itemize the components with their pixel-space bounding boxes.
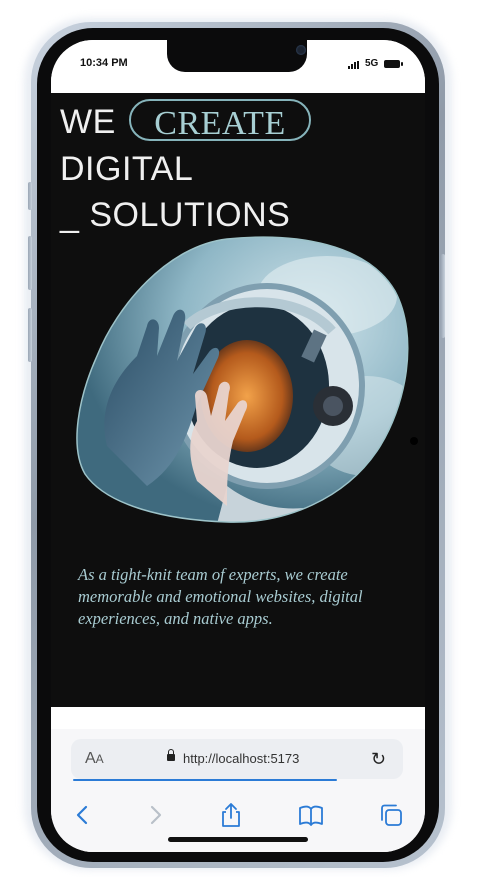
status-time: 10:34 PM: [80, 57, 128, 69]
tabs-icon[interactable]: [377, 801, 405, 829]
reader-label-small: A: [95, 752, 104, 766]
signal-icon: [348, 61, 362, 69]
create-pill-label: CREATE: [154, 105, 286, 142]
page-content[interactable]: WE CREATE DIGITAL _ SOLUTIONS As a tight…: [51, 93, 425, 707]
battery-icon: [384, 60, 403, 68]
notch: [167, 40, 307, 72]
volume-up-button: [28, 236, 32, 290]
load-progress-bar: [73, 779, 337, 781]
headline-digital: DIGITAL: [60, 150, 194, 188]
headline-we: WE: [60, 103, 116, 141]
address-bar[interactable]: AA http://localhost:5173 ↻: [71, 739, 403, 779]
back-icon[interactable]: [69, 801, 97, 829]
tagline-text: As a tight-knit team of experts, we crea…: [78, 565, 363, 628]
volume-down-button: [28, 308, 32, 362]
forward-icon[interactable]: [141, 801, 169, 829]
mute-switch: [28, 182, 32, 210]
bookmarks-icon[interactable]: [297, 801, 325, 829]
urlbar-divider: [51, 707, 425, 729]
lock-icon: [167, 749, 175, 761]
share-icon[interactable]: [217, 801, 245, 829]
reload-icon[interactable]: ↻: [371, 749, 386, 770]
safari-bottom-bar: AA http://localhost:5173 ↻: [51, 707, 425, 852]
phone-screen: 10:34 PM 5G WE CREATE DIGITAL _ SOLUTION…: [51, 40, 425, 852]
create-pill: CREATE: [129, 99, 311, 142]
power-button: [441, 254, 445, 338]
network-label: 5G: [365, 58, 379, 69]
camera-icon: [296, 45, 306, 55]
astronaut-image: [76, 236, 409, 523]
home-indicator: [168, 837, 308, 842]
url-text[interactable]: http://localhost:5173: [183, 751, 299, 766]
reader-label-big: A: [85, 750, 96, 767]
headline-solutions: _ SOLUTIONS: [60, 196, 291, 234]
reader-mode-button[interactable]: AA: [85, 750, 104, 768]
carousel-dot[interactable]: [410, 437, 418, 445]
